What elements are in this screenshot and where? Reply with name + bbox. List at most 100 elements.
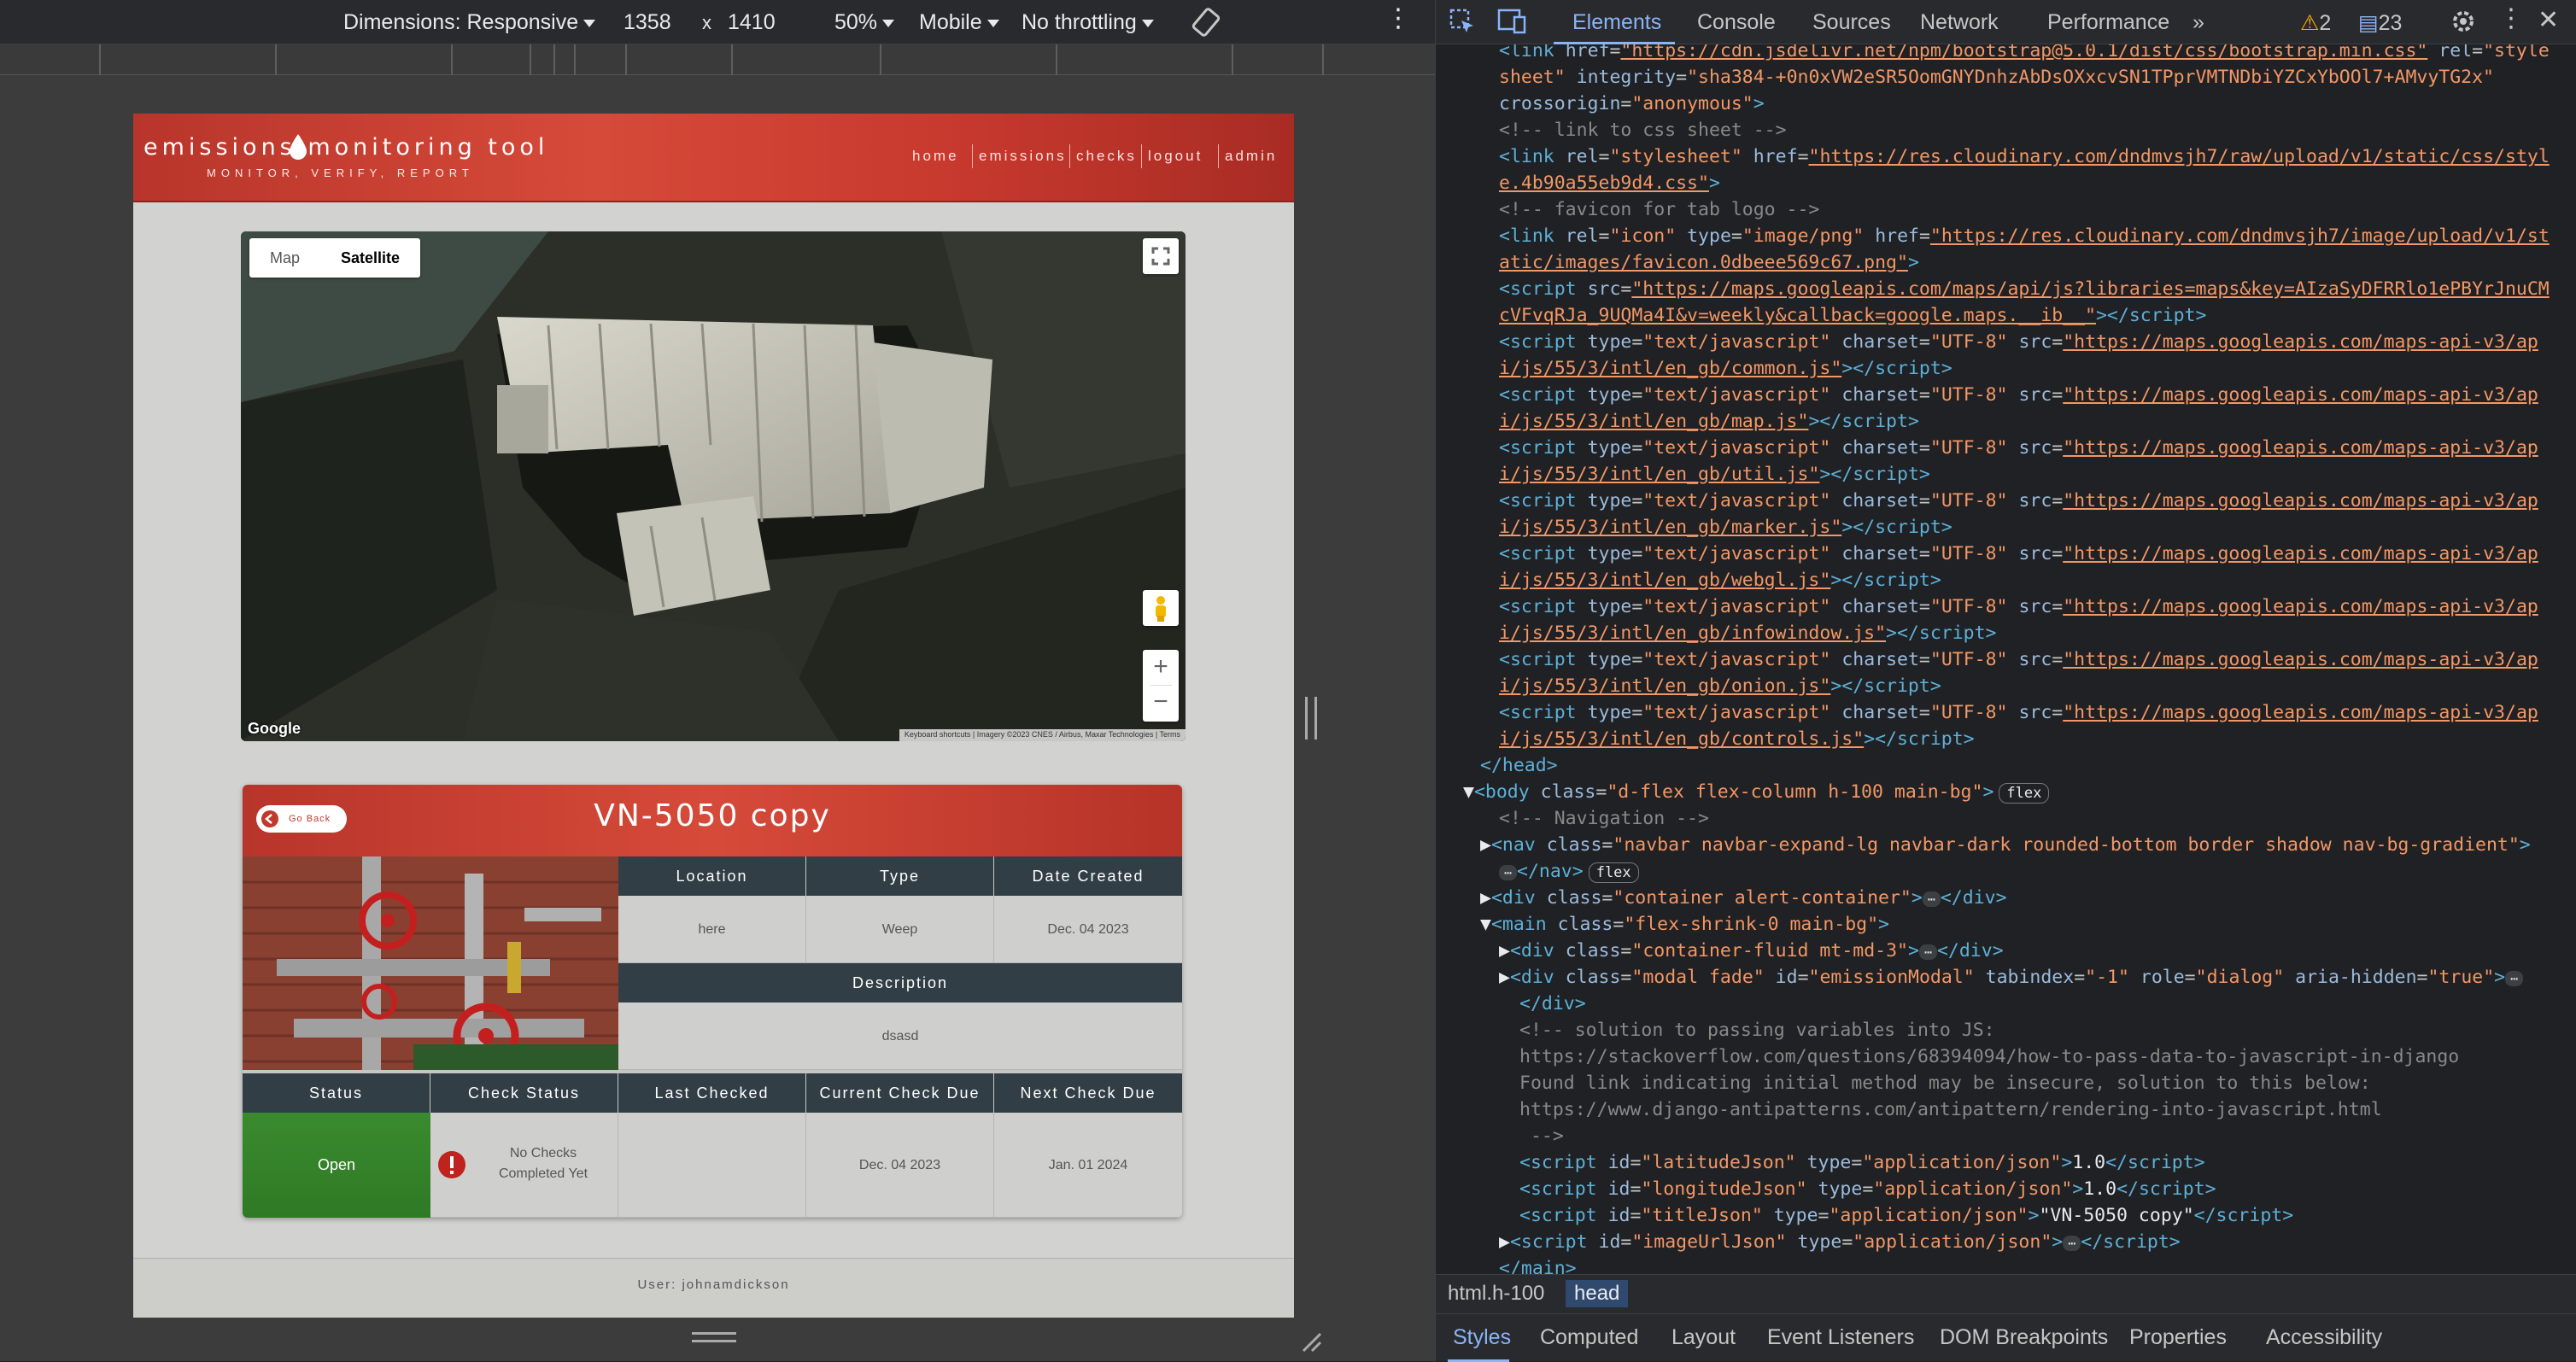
- nav-link-admin[interactable]: admin: [1225, 148, 1277, 165]
- nav-link-checks[interactable]: checks: [1076, 148, 1137, 165]
- device-toolbar-toggle-icon[interactable]: [1496, 7, 1530, 42]
- dom-line[interactable]: <script id="longitudeJson" type="applica…: [1519, 1176, 2216, 1202]
- dom-line[interactable]: </head>: [1480, 752, 1558, 779]
- dom-line[interactable]: i/js/55/3/intl/en_gb/map.js"></script>: [1499, 408, 1919, 435]
- more-tabs-button[interactable]: »: [2193, 10, 2204, 35]
- dom-line[interactable]: <script type="text/javascript" charset="…: [1499, 699, 2538, 726]
- dom-line[interactable]: <script type="text/javascript" charset="…: [1499, 435, 2538, 461]
- dom-line[interactable]: ▼<body class="d-flex flex-column h-100 m…: [1463, 779, 2050, 805]
- dom-comment[interactable]: https://stackoverflow.com/questions/6839…: [1519, 1043, 2459, 1070]
- dom-line[interactable]: <script type="text/javascript" charset="…: [1499, 646, 2538, 673]
- close-devtools-icon[interactable]: ✕: [2538, 5, 2559, 35]
- more-options-icon[interactable]: ⋮: [1385, 3, 1411, 33]
- dom-line[interactable]: ▶<div class="modal fade" id="emissionMod…: [1499, 964, 2524, 991]
- dom-line[interactable]: <script type="text/javascript" charset="…: [1499, 541, 2538, 567]
- dom-line[interactable]: <script type="text/javascript" charset="…: [1499, 382, 2538, 408]
- nav-link-home[interactable]: home: [912, 148, 959, 165]
- tab-computed[interactable]: Computed: [1540, 1325, 1638, 1350]
- dom-line[interactable]: <link rel="icon" type="image/png" href="…: [1499, 223, 2550, 249]
- nav-link-emissions[interactable]: emissions: [979, 148, 1067, 165]
- zoom-in-button[interactable]: +: [1143, 650, 1179, 686]
- breadcrumb-html[interactable]: html.h-100: [1448, 1282, 1544, 1306]
- street-view-pegman[interactable]: [1143, 590, 1179, 626]
- status-value: Open: [243, 1113, 430, 1218]
- dom-line[interactable]: ▶<div class="container alert-container">…: [1480, 885, 2007, 911]
- zoom-out-button[interactable]: −: [1143, 686, 1179, 722]
- dom-line[interactable]: ⋯ </nav> flex: [1499, 858, 1639, 885]
- dom-comment[interactable]: <!-- link to css sheet -->: [1499, 117, 1787, 143]
- tab-event-listeners[interactable]: Event Listeners: [1767, 1325, 1914, 1350]
- dom-line[interactable]: <script type="text/javascript" charset="…: [1499, 329, 2538, 355]
- dom-line[interactable]: i/js/55/3/intl/en_gb/webgl.js"></script>: [1499, 567, 1941, 593]
- dom-line[interactable]: <script id="titleJson" type="application…: [1519, 1202, 2293, 1229]
- dom-line[interactable]: atic/images/favicon.0dbeee569c67.png">: [1499, 249, 1919, 276]
- tab-layout[interactable]: Layout: [1671, 1325, 1736, 1350]
- corner-resize-icon[interactable]: [1298, 1329, 1324, 1354]
- dom-line[interactable]: <link rel="stylesheet" href="https://res…: [1499, 143, 2550, 170]
- dom-line[interactable]: <script id="latitudeJson" type="applicat…: [1519, 1149, 2205, 1176]
- dom-line[interactable]: ▼<main class="flex-shrink-0 main-bg">: [1480, 911, 1889, 938]
- dom-line[interactable]: <script src="https://maps.googleapis.com…: [1499, 276, 2550, 302]
- settings-gear-icon[interactable]: [2449, 7, 2478, 42]
- rendered-page: emissions monitoring tool MONITOR, VERIF…: [133, 114, 1294, 1318]
- dom-line[interactable]: <link href="https://cdn.jsdelivr.net/npm…: [1499, 44, 2550, 64]
- devtools-menu-icon[interactable]: ⋮: [2498, 3, 2524, 33]
- viewport-bottom-resize-handle[interactable]: [692, 1332, 736, 1342]
- tab-performance[interactable]: Performance: [2047, 10, 2169, 35]
- tab-console[interactable]: Console: [1697, 10, 1776, 35]
- status-header: Status: [243, 1073, 430, 1113]
- dom-line[interactable]: e.4b90a55eb9d4.css">: [1499, 170, 1720, 196]
- dom-line[interactable]: i/js/55/3/intl/en_gb/infowindow.js"></sc…: [1499, 620, 1997, 646]
- brand-logo[interactable]: emissions monitoring tool: [143, 134, 548, 161]
- nav-link-logout[interactable]: logout: [1148, 148, 1203, 165]
- height-input[interactable]: 1410: [728, 10, 776, 35]
- satellite-map[interactable]: Map Satellite + − Google Keyboard shortc…: [241, 231, 1186, 741]
- dom-comment[interactable]: Found link indicating initial method may…: [1519, 1070, 2371, 1096]
- viewport-ruler: [0, 44, 1435, 75]
- map-type-map-button[interactable]: Map: [249, 238, 320, 278]
- dom-line[interactable]: </main>: [1499, 1255, 1577, 1274]
- tab-network[interactable]: Network: [1920, 10, 1999, 35]
- dom-comment[interactable]: -->: [1519, 1123, 1564, 1149]
- tab-properties[interactable]: Properties: [2129, 1325, 2227, 1350]
- dom-line[interactable]: cVFvqRJa_9UQMa4I&v=weekly&callback=googl…: [1499, 302, 2206, 329]
- dom-comment[interactable]: <!-- favicon for tab logo -->: [1499, 196, 1819, 223]
- dom-line[interactable]: ▶<nav class="navbar navbar-expand-lg nav…: [1480, 832, 2531, 858]
- dom-line[interactable]: sheet" integrity="sha384-+0n0xVW2eSR5Oom…: [1499, 64, 2494, 91]
- dom-line[interactable]: </div>: [1519, 991, 1586, 1017]
- last-checked-header: Last Checked: [618, 1073, 806, 1113]
- dom-comment[interactable]: <!-- Navigation -->: [1499, 805, 1709, 832]
- tab-accessibility[interactable]: Accessibility: [2266, 1325, 2382, 1350]
- zoom-dropdown[interactable]: 50%: [834, 10, 895, 35]
- map-type-satellite-button[interactable]: Satellite: [320, 238, 420, 278]
- map-attribution[interactable]: Keyboard shortcuts | Imagery ©2023 CNES …: [899, 729, 1186, 741]
- elements-dom-tree[interactable]: <link href="https://cdn.jsdelivr.net/npm…: [1436, 44, 2576, 1274]
- dom-line[interactable]: <script type="text/javascript" charset="…: [1499, 593, 2538, 620]
- dom-line[interactable]: <script type="text/javascript" charset="…: [1499, 488, 2538, 514]
- tab-elements[interactable]: Elements: [1572, 10, 1661, 35]
- dom-comment[interactable]: <!-- solution to passing variables into …: [1519, 1017, 1995, 1043]
- dom-line[interactable]: crossorigin="anonymous">: [1499, 91, 1765, 117]
- width-input[interactable]: 1358: [624, 10, 671, 35]
- warnings-badge[interactable]: ⚠2: [2300, 10, 2331, 36]
- breadcrumb-head[interactable]: head: [1566, 1280, 1629, 1307]
- messages-badge[interactable]: ▤23: [2358, 10, 2402, 36]
- device-type-dropdown[interactable]: Mobile: [919, 10, 999, 35]
- tab-styles[interactable]: Styles: [1453, 1325, 1511, 1350]
- tab-dom-breakpoints[interactable]: DOM Breakpoints: [1940, 1325, 2108, 1350]
- dimensions-dropdown[interactable]: Dimensions: Responsive: [343, 10, 596, 35]
- dom-line[interactable]: i/js/55/3/intl/en_gb/marker.js"></script…: [1499, 514, 1952, 541]
- dom-line[interactable]: ▶<div class="container-fluid mt-md-3"> ⋯ <…: [1499, 938, 2004, 964]
- dom-line[interactable]: ▶<script id="imageUrlJson" type="applica…: [1499, 1229, 2181, 1255]
- dom-line[interactable]: i/js/55/3/intl/en_gb/common.js"></script…: [1499, 355, 1952, 382]
- dom-line[interactable]: i/js/55/3/intl/en_gb/util.js"></script>: [1499, 461, 1930, 488]
- rotate-icon[interactable]: [1191, 5, 1221, 45]
- inspect-element-icon[interactable]: [1448, 7, 1477, 42]
- dom-line[interactable]: i/js/55/3/intl/en_gb/onion.js"></script>: [1499, 673, 1941, 699]
- viewport-resize-handle[interactable]: [1305, 697, 1317, 739]
- throttling-dropdown[interactable]: No throttling: [1022, 10, 1154, 35]
- dom-comment[interactable]: https://www.django-antipatterns.com/anti…: [1519, 1096, 2382, 1123]
- fullscreen-button[interactable]: [1143, 238, 1179, 274]
- dom-line[interactable]: i/js/55/3/intl/en_gb/controls.js"></scri…: [1499, 726, 1975, 752]
- tab-sources[interactable]: Sources: [1812, 10, 1891, 35]
